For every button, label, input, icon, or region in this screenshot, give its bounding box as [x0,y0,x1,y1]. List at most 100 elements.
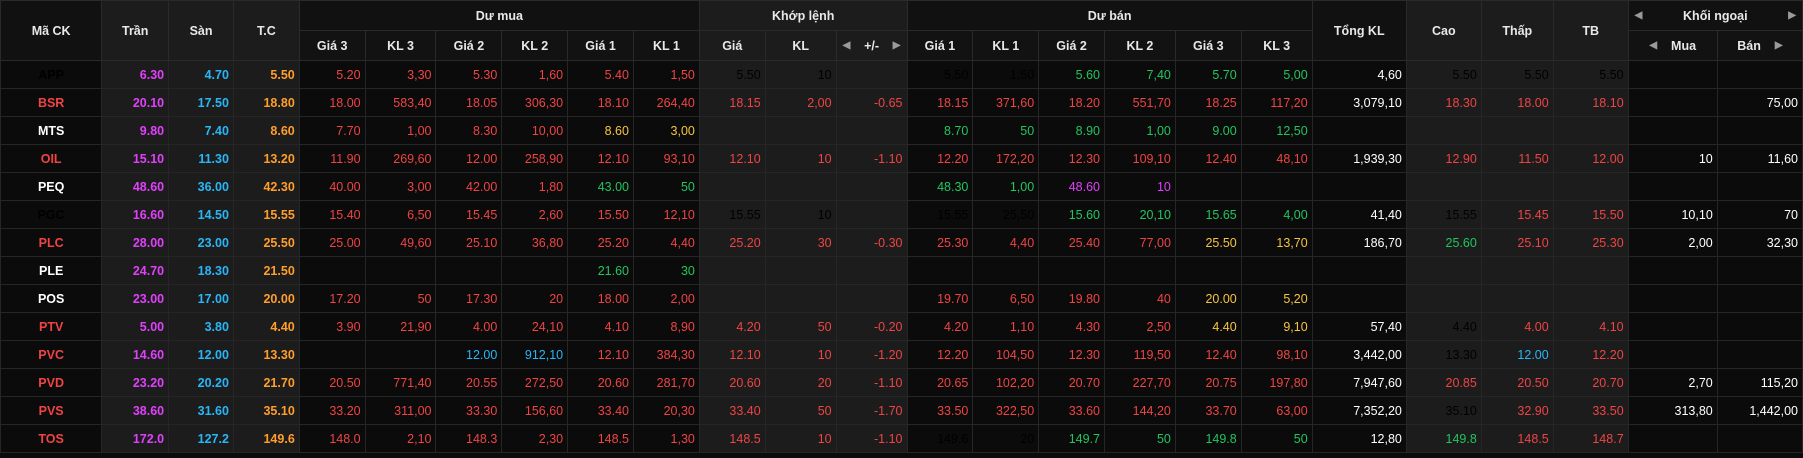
caret-left-icon[interactable]: ◀ [1635,10,1643,21]
header-average[interactable]: TB [1552,0,1629,61]
total-volume-cell [1311,284,1407,313]
foreign-buy-label: Mua [1671,38,1697,53]
bid-vol-1-cell: 3,00 [632,116,700,145]
bid-price-3-cell: 3.90 [298,312,366,341]
bid-vol-3-cell: 771,40 [364,368,437,397]
table-row[interactable]: OIL 15.10 11.30 13.20 11.90 269,60 12.00 258,90… [0,144,1803,173]
match-volume-cell: 50 [764,312,837,341]
table-row[interactable]: PVD 23.20 20.20 21.70 20.50 771,40 20.55 272,50… [0,368,1803,397]
header-match-group: Khớp lệnh [698,0,908,31]
ask-price-3-cell [1174,172,1242,201]
symbol-cell[interactable]: BSR [0,88,103,117]
floor-price-cell: 17.50 [168,88,234,117]
header-symbol[interactable]: Mã CK [0,0,103,61]
ask-vol-3-cell: 50 [1240,424,1313,453]
table-row[interactable]: TOS 172.0 127.2 149.6 148.0 2,10 148.3 2,30 148.… [0,424,1803,453]
symbol-cell[interactable]: PGC [0,200,103,229]
bid-price-3-cell: 20.50 [298,368,366,397]
header-floor[interactable]: Sàn [168,0,234,61]
high-price-cell: 15.55 [1405,200,1482,229]
floor-price-cell: 127.2 [168,424,234,453]
bid-vol-2-cell: 36,80 [501,228,569,257]
ask-vol-3-cell: 117,20 [1240,88,1313,117]
bid-price-3-cell: 40.00 [298,172,366,201]
table-row[interactable]: PLC 28.00 23.00 25.50 25.00 49,60 25.10 36,80 25… [0,228,1803,257]
ask-vol-1-cell: 104,50 [972,340,1040,369]
match-change-cell [835,60,908,89]
bid-vol-2-cell: 20 [501,284,569,313]
header-ask-price-3[interactable]: Giá 3 [1174,30,1242,61]
header-bid-price-3[interactable]: Giá 3 [298,30,366,61]
average-price-cell: 25.30 [1552,228,1629,257]
average-price-cell: 12.20 [1552,340,1629,369]
ask-vol-3-cell: 5,20 [1240,284,1313,313]
symbol-cell[interactable]: PVC [0,340,103,369]
header-bid-vol-1[interactable]: KL 1 [632,30,700,61]
header-ask-vol-1[interactable]: KL 1 [972,30,1040,61]
header-bid-vol-3[interactable]: KL 3 [364,30,437,61]
floor-price-cell: 11.30 [168,144,234,173]
match-volume-cell [764,172,837,201]
table-row[interactable]: PVC 14.60 12.00 13.30 12.00 912,10 12.10 384,30… [0,340,1803,369]
bid-vol-3-cell [364,340,437,369]
table-row[interactable]: PLE 24.70 18.30 21.50 21.60 30 [0,256,1803,285]
caret-left-icon[interactable]: ◀ [843,40,851,51]
table-row[interactable]: PEQ 48.60 36.00 42.30 40.00 3,00 42.00 1,80 43.0… [0,172,1803,201]
symbol-cell[interactable]: TOS [0,424,103,453]
header-reference[interactable]: T.C [232,0,300,61]
caret-right-icon[interactable]: ▶ [1788,10,1796,21]
header-low[interactable]: Thấp [1480,0,1554,61]
table-row[interactable]: MTS 9.80 7.40 8.60 7.70 1,00 8.30 10,00 8.60 3,00… [0,116,1803,145]
symbol-cell[interactable]: POS [0,284,103,313]
bid-vol-1-cell: 12,10 [632,200,700,229]
symbol-cell[interactable]: APP [0,60,103,89]
caret-right-icon[interactable]: ▶ [1775,40,1783,51]
ceiling-price-cell: 172.0 [101,424,170,453]
low-price-cell: 18.00 [1480,88,1554,117]
symbol-cell[interactable]: PVD [0,368,103,397]
match-price-cell: 148.5 [698,424,766,453]
symbol-cell[interactable]: PTV [0,312,103,341]
table-row[interactable]: BSR 20.10 17.50 18.80 18.00 583,40 18.05 306,30… [0,88,1803,117]
ask-price-2-cell: 12.30 [1038,340,1105,369]
table-row[interactable]: APP 6.30 4.70 5.50 5.20 3,30 5.30 1,60 5.40 1,50 5… [0,60,1803,89]
header-bid-price-1[interactable]: Giá 1 [567,30,634,61]
foreign-sell-cell: 32,30 [1716,228,1803,257]
ask-price-1-cell: 15.55 [906,200,974,229]
header-ask-price-2[interactable]: Giá 2 [1038,30,1105,61]
bid-vol-1-cell: 8,90 [632,312,700,341]
bid-vol-3-cell: 21,90 [364,312,437,341]
table-row[interactable]: PTV 5.00 3.80 4.40 3.90 21,90 4.00 24,10 4.10 8,9… [0,312,1803,341]
ceiling-price-cell: 28.00 [101,228,170,257]
header-total-volume[interactable]: Tổng KL [1311,0,1407,61]
ask-price-3-cell: 149.8 [1174,424,1242,453]
average-price-cell: 15.50 [1552,200,1629,229]
ask-vol-1-cell: 1,50 [972,60,1040,89]
header-ask-vol-2[interactable]: KL 2 [1104,30,1176,61]
header-ceiling[interactable]: Trần [101,0,170,61]
ask-vol-2-cell: 10 [1104,172,1176,201]
average-price-cell: 33.50 [1552,396,1629,425]
header-match-volume[interactable]: KL [764,30,837,61]
header-ask-price-1[interactable]: Giá 1 [906,30,974,61]
reference-price-cell: 25.50 [232,228,300,257]
header-bid-price-2[interactable]: Giá 2 [435,30,503,61]
caret-left-icon[interactable]: ◀ [1649,40,1657,51]
caret-right-icon[interactable]: ▶ [893,40,901,51]
symbol-cell[interactable]: PLE [0,256,103,285]
symbol-cell[interactable]: PVS [0,396,103,425]
header-high[interactable]: Cao [1405,0,1482,61]
table-row[interactable]: PVS 38.60 31.60 35.10 33.20 311,00 33.30 156,60… [0,396,1803,425]
table-row[interactable]: PGC 16.60 14.50 15.55 15.40 6,50 15.45 2,60 15.5… [0,200,1803,229]
header-ask-vol-3[interactable]: KL 3 [1240,30,1313,61]
header-bid-vol-2[interactable]: KL 2 [501,30,569,61]
symbol-cell[interactable]: PEQ [0,172,103,201]
low-price-cell: 4.00 [1480,312,1554,341]
bid-price-1-cell: 20.60 [567,368,634,397]
symbol-cell[interactable]: OIL [0,144,103,173]
symbol-cell[interactable]: MTS [0,116,103,145]
table-row[interactable]: POS 23.00 17.00 20.00 17.20 50 17.30 20 18.00 2,0… [0,284,1803,313]
symbol-cell[interactable]: PLC [0,228,103,257]
match-price-cell: 4.20 [698,312,766,341]
header-match-price[interactable]: Giá [698,30,766,61]
